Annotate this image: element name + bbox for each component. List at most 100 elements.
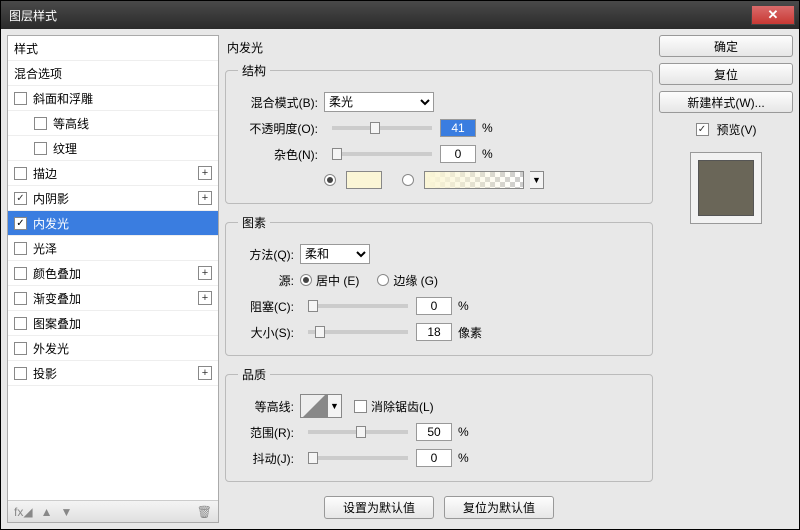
size-input[interactable] [416, 323, 452, 341]
style-item[interactable]: 光泽 [8, 236, 218, 261]
preview-label: 预览(V) [717, 121, 757, 138]
style-checkbox[interactable] [14, 267, 27, 280]
expand-icon[interactable]: + [198, 291, 212, 305]
style-item[interactable]: 投影+ [8, 361, 218, 386]
structure-legend: 结构 [238, 62, 270, 79]
size-label: 大小(S): [238, 324, 300, 341]
technique-label: 方法(Q): [238, 246, 300, 263]
style-item[interactable]: 斜面和浮雕 [8, 86, 218, 111]
style-item[interactable]: 描边+ [8, 161, 218, 186]
source-center-label: 居中 (E) [316, 272, 359, 289]
preview-checkbox[interactable] [696, 123, 709, 136]
color-swatch[interactable] [346, 171, 382, 189]
style-checkbox[interactable] [14, 317, 27, 330]
opacity-unit: % [482, 121, 493, 135]
style-item[interactable]: 外发光 [8, 336, 218, 361]
style-item[interactable]: ✓ 内发光 [8, 211, 218, 236]
range-input[interactable] [416, 423, 452, 441]
set-default-button[interactable]: 设置为默认值 [324, 496, 434, 519]
trash-icon[interactable]: 🗑 [197, 505, 212, 519]
structure-group: 结构 混合模式(B): 柔光 不透明度(O): % 杂色(N): % [225, 62, 653, 204]
style-checkbox[interactable] [14, 92, 27, 105]
choke-slider[interactable] [308, 304, 408, 308]
window-title: 图层样式 [5, 7, 752, 24]
style-checkbox[interactable] [14, 167, 27, 180]
size-unit: 像素 [458, 324, 482, 341]
technique-select[interactable]: 柔和 [300, 244, 370, 264]
close-button[interactable]: ✕ [751, 5, 795, 25]
opacity-slider[interactable] [332, 126, 432, 130]
style-checkbox[interactable] [14, 242, 27, 255]
expand-icon[interactable]: + [198, 266, 212, 280]
title-bar: 图层样式 ✕ [1, 1, 799, 29]
gradient-dropdown-icon[interactable]: ▼ [530, 171, 544, 189]
size-slider[interactable] [308, 330, 408, 334]
style-label: 描边 [33, 165, 198, 182]
down-icon[interactable]: ▼ [60, 505, 72, 519]
range-unit: % [458, 425, 469, 439]
style-item[interactable]: 等高线 [8, 111, 218, 136]
antialias-checkbox[interactable] [354, 400, 367, 413]
style-label: 内发光 [33, 215, 212, 232]
contour-picker[interactable] [300, 394, 328, 418]
choke-unit: % [458, 299, 469, 313]
style-label: 纹理 [53, 140, 212, 157]
style-label: 光泽 [33, 240, 212, 257]
opacity-input[interactable] [440, 119, 476, 137]
style-checkbox[interactable] [14, 292, 27, 305]
style-item[interactable]: 渐变叠加+ [8, 286, 218, 311]
fx-icon[interactable]: fx◢ [14, 505, 33, 519]
style-checkbox[interactable] [34, 142, 47, 155]
style-label: 投影 [33, 365, 198, 382]
gradient-radio[interactable] [402, 174, 414, 186]
contour-dropdown-icon[interactable]: ▼ [328, 394, 342, 418]
ok-button[interactable]: 确定 [659, 35, 793, 57]
cancel-button[interactable]: 复位 [659, 63, 793, 85]
jitter-slider[interactable] [308, 456, 408, 460]
style-sidebar: 样式混合选项斜面和浮雕等高线纹理描边+✓内阴影+✓内发光光泽颜色叠加+渐变叠加+… [7, 35, 219, 523]
style-label: 图案叠加 [33, 315, 212, 332]
color-radio[interactable] [324, 174, 336, 186]
gradient-preview[interactable] [424, 171, 524, 189]
new-style-button[interactable]: 新建样式(W)... [659, 91, 793, 113]
noise-input[interactable] [440, 145, 476, 163]
style-checkbox[interactable]: ✓ [14, 217, 27, 230]
style-checkbox[interactable]: ✓ [14, 192, 27, 205]
expand-icon[interactable]: + [198, 166, 212, 180]
elements-group: 图素 方法(Q): 柔和 源: 居中 (E) 边缘 (G) 阻塞(C): [225, 214, 653, 356]
style-item[interactable]: 纹理 [8, 136, 218, 161]
style-label: 等高线 [53, 115, 212, 132]
range-slider[interactable] [308, 430, 408, 434]
source-edge-label: 边缘 (G) [393, 272, 438, 289]
style-checkbox[interactable] [34, 117, 47, 130]
jitter-unit: % [458, 451, 469, 465]
blendmode-select[interactable]: 柔光 [324, 92, 434, 112]
antialias-label: 消除锯齿(L) [371, 398, 434, 415]
style-item[interactable]: 颜色叠加+ [8, 261, 218, 286]
contour-label: 等高线: [238, 398, 300, 415]
source-edge-radio[interactable] [377, 274, 389, 286]
style-checkbox[interactable] [14, 367, 27, 380]
style-item[interactable]: 图案叠加 [8, 311, 218, 336]
blend-options[interactable]: 混合选项 [8, 61, 218, 86]
panel-title: 内发光 [225, 35, 653, 62]
expand-icon[interactable]: + [198, 366, 212, 380]
style-checkbox[interactable] [14, 342, 27, 355]
style-label: 外发光 [33, 340, 212, 357]
reset-default-button[interactable]: 复位为默认值 [444, 496, 554, 519]
source-label: 源: [238, 272, 300, 289]
style-label: 渐变叠加 [33, 290, 198, 307]
noise-label: 杂色(N): [238, 146, 324, 163]
styles-header[interactable]: 样式 [8, 36, 218, 61]
jitter-input[interactable] [416, 449, 452, 467]
source-center-radio[interactable] [300, 274, 312, 286]
style-label: 内阴影 [33, 190, 198, 207]
expand-icon[interactable]: + [198, 191, 212, 205]
preview-thumbnail [690, 152, 762, 224]
jitter-label: 抖动(J): [238, 450, 300, 467]
noise-slider[interactable] [332, 152, 432, 156]
up-icon[interactable]: ▲ [41, 505, 53, 519]
choke-input[interactable] [416, 297, 452, 315]
style-item[interactable]: ✓ 内阴影+ [8, 186, 218, 211]
noise-unit: % [482, 147, 493, 161]
